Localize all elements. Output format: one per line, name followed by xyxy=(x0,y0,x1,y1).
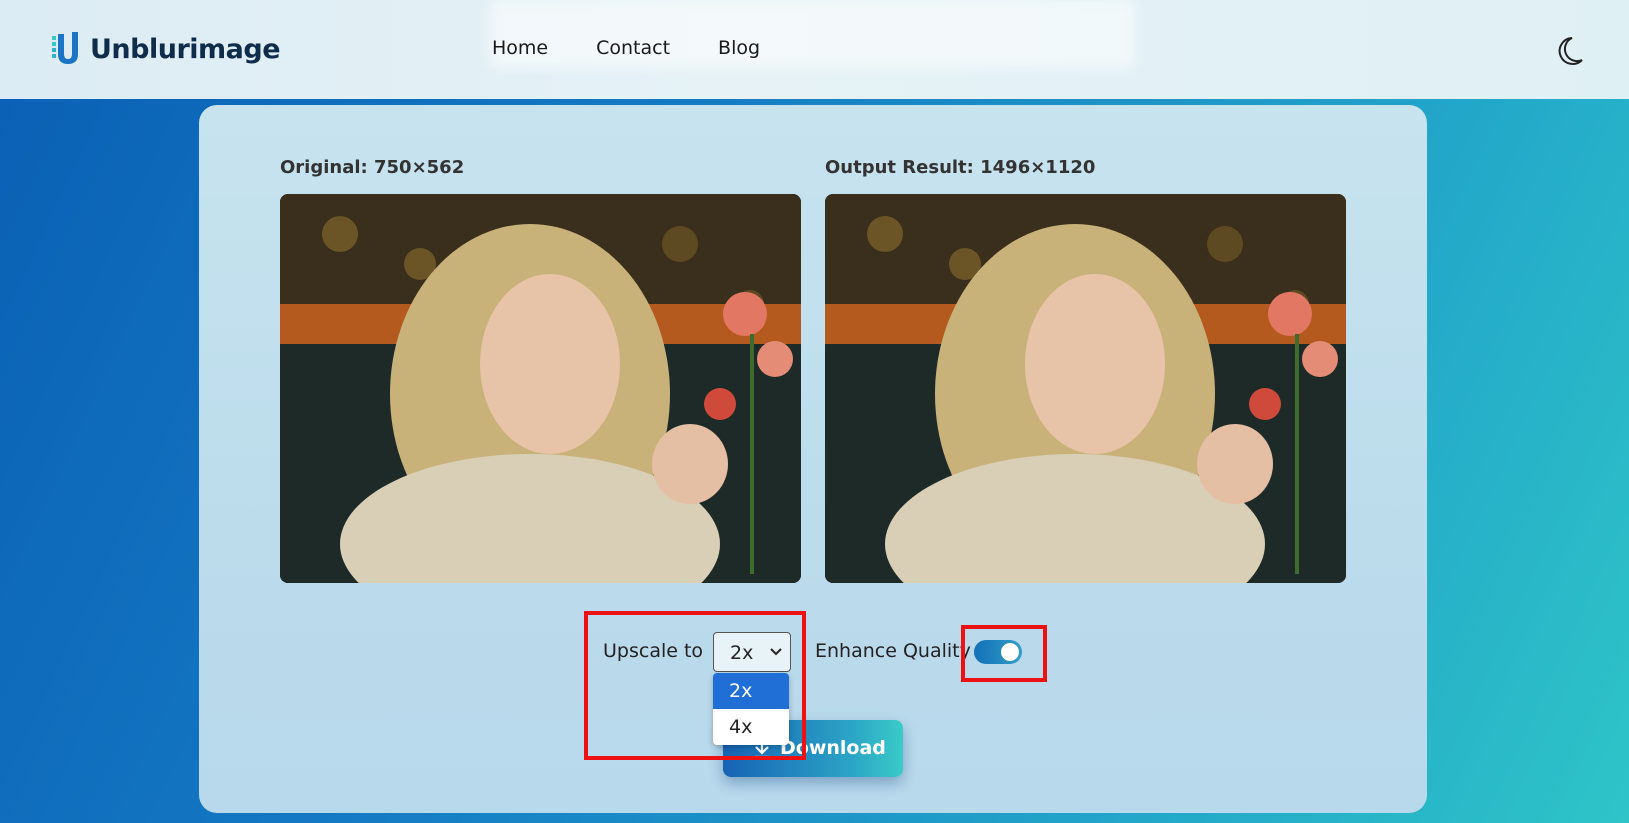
highlight-upscale-box xyxy=(584,611,806,760)
site-header: Unblurimage Home Contact Blog xyxy=(0,0,1629,99)
main-nav: Home Contact Blog xyxy=(492,37,808,59)
original-image xyxy=(280,194,801,583)
nav-contact[interactable]: Contact xyxy=(596,37,670,59)
result-card: Original: 750×562 Output Result: 1496×11… xyxy=(199,105,1427,813)
original-label: Original: 750×562 xyxy=(280,157,465,178)
output-label: Output Result: 1496×1120 xyxy=(825,157,1096,178)
nav-blog[interactable]: Blog xyxy=(718,37,760,59)
logo-icon xyxy=(52,32,78,64)
highlight-toggle-box xyxy=(961,625,1047,682)
brand-name: Unblurimage xyxy=(90,33,281,65)
moon-icon[interactable] xyxy=(1558,36,1584,66)
enhance-quality-label: Enhance Quality xyxy=(815,640,971,662)
output-image xyxy=(825,194,1346,583)
nav-home[interactable]: Home xyxy=(492,37,548,59)
brand-logo[interactable]: Unblurimage xyxy=(50,30,281,68)
